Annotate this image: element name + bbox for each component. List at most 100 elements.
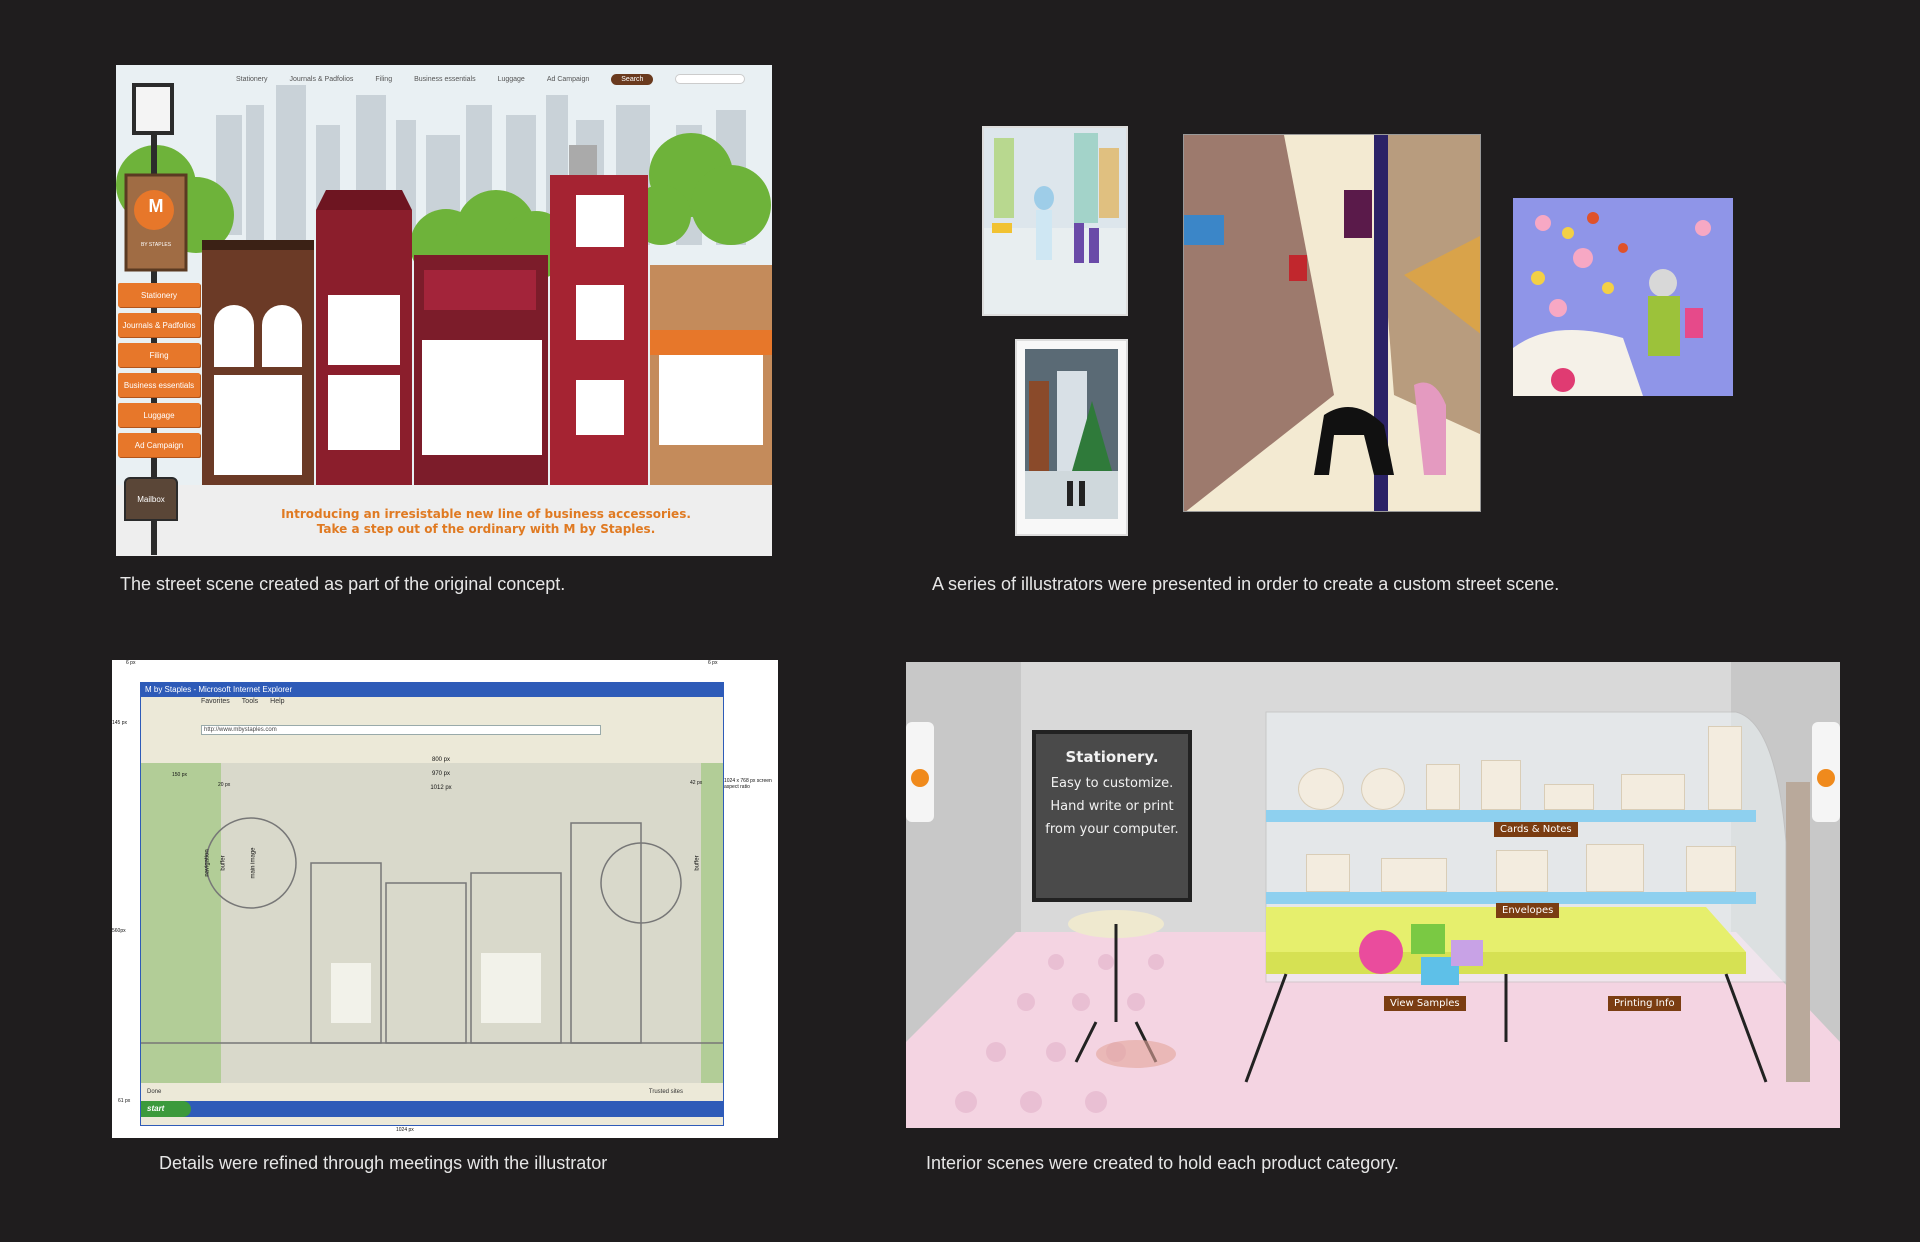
caption-interior: Interior scenes were created to hold eac… (926, 1153, 1399, 1173)
store-window[interactable] (576, 285, 624, 340)
status-trusted: Trusted sites (648, 1089, 683, 1095)
address-bar[interactable]: http://www.mbystaples.com (201, 725, 601, 735)
board-line-3: from your computer. (1045, 822, 1179, 837)
sidebar-business[interactable]: Business essentials (118, 373, 200, 397)
browser-title: M by Staples - Microsoft Internet Explor… (145, 685, 293, 694)
address-text: http://www.mbystaples.com (204, 727, 277, 733)
store-window[interactable] (576, 380, 624, 435)
sidebar-stationery[interactable]: Stationery (118, 283, 200, 307)
caption-street-scene: The street scene created as part of the … (120, 574, 566, 594)
store-window[interactable] (328, 295, 400, 365)
street-scene-illustration (116, 65, 772, 556)
start-label: start (147, 1104, 165, 1113)
search-input[interactable] (675, 74, 746, 84)
store-window[interactable] (576, 195, 624, 247)
store-window[interactable] (214, 375, 302, 475)
sketch-content (141, 763, 723, 1083)
dim-800-label: 800 px (431, 757, 450, 763)
flowers-shopper-illustration (1513, 198, 1733, 396)
nav-journals[interactable]: Journals & Padfolios (290, 76, 354, 83)
sidebar-filing[interactable]: Filing (118, 343, 200, 367)
dimension-970: 970 px (291, 771, 591, 777)
nav-stationery[interactable]: Stationery (236, 76, 268, 83)
menu-favorites[interactable]: Favorites (201, 698, 230, 705)
envelope-item[interactable] (1306, 854, 1350, 892)
status-done: Done (147, 1089, 162, 1095)
sidebar-luggage[interactable]: Luggage (118, 403, 200, 427)
card-item[interactable] (1481, 760, 1521, 810)
shelf-top (1266, 810, 1756, 822)
logo-subtitle: BY STAPLES (140, 242, 172, 248)
tagline-line-1: Introducing an irresistable new line of … (281, 507, 691, 521)
card-item[interactable] (1298, 768, 1344, 810)
browser-window: M by Staples - Microsoft Internet Explor… (140, 682, 724, 1126)
nav-luggage[interactable]: Luggage (498, 76, 525, 83)
logo-letter: M (148, 196, 164, 216)
dim-20: 20 px (218, 782, 231, 788)
card-item[interactable] (1708, 726, 1742, 810)
card-item[interactable] (1426, 764, 1460, 810)
browser-menu: Favorites Tools Help (201, 698, 285, 705)
store-window[interactable] (262, 305, 302, 367)
status-bar: Done Trusted sites (141, 1085, 723, 1099)
winter-city-illustration (1017, 341, 1126, 534)
zone-buffer-left: buffer (220, 855, 227, 871)
store-window[interactable] (659, 355, 763, 445)
sidebar-ad-campaign[interactable]: Ad Campaign (118, 433, 200, 457)
street-scene-panel: Stationery Journals & Padfolios Filing B… (116, 65, 772, 556)
taskbar: start (141, 1101, 723, 1117)
start-button[interactable]: start (141, 1101, 191, 1117)
illustration-sample-2 (1015, 339, 1128, 536)
illustration-sample-3 (1183, 134, 1481, 512)
sketch-layout-panel: M by Staples - Microsoft Internet Explor… (112, 660, 778, 1138)
menu-tools[interactable]: Tools (242, 698, 258, 705)
nav-ad-campaign[interactable]: Ad Campaign (547, 76, 589, 83)
nav-business[interactable]: Business essentials (414, 76, 475, 83)
street-sketch (141, 763, 723, 1083)
dimension-800: 800 px (291, 757, 591, 763)
printing-info-tag[interactable]: Printing Info (1608, 996, 1681, 1011)
nav-filing[interactable]: Filing (375, 76, 392, 83)
street-dogs-illustration (1184, 135, 1480, 511)
dim-150: 150 px (172, 772, 188, 778)
illustration-sample-4 (1513, 198, 1733, 396)
card-item[interactable] (1621, 774, 1685, 810)
dim-970-label: 970 px (431, 771, 450, 777)
category-chalkboard: Stationery. Easy to customize. Hand writ… (1032, 730, 1192, 902)
card-item[interactable] (1544, 784, 1594, 810)
mailbox-label: Mailbox (137, 494, 165, 504)
store-window[interactable] (328, 375, 400, 450)
search-button[interactable]: Search (611, 73, 654, 85)
store-window[interactable] (422, 340, 542, 455)
envelope-item[interactable] (1381, 858, 1447, 892)
sidebar-journals[interactable]: Journals & Padfolios (118, 313, 200, 337)
view-samples-tag[interactable]: View Samples (1384, 996, 1466, 1011)
cards-notes-tag[interactable]: Cards & Notes (1494, 822, 1578, 837)
envelopes-tag[interactable]: Envelopes (1496, 903, 1560, 918)
dim-42: 42 px (690, 780, 703, 786)
dim-6-left: 6 px (126, 660, 136, 666)
interior-scene-panel: Stationery. Easy to customize. Hand writ… (906, 662, 1840, 1128)
illustration-sample-1 (982, 126, 1128, 316)
street-top-nav: Stationery Journals & Padfolios Filing B… (236, 71, 766, 87)
caption-illustrators: A series of illustrators were presented … (932, 574, 1560, 594)
dim-1012-label: 1012 px (430, 785, 452, 791)
store-window[interactable] (214, 305, 254, 367)
dim-1024: 1024 px (396, 1127, 414, 1133)
dim-145: 145 px (112, 720, 128, 726)
envelope-item[interactable] (1496, 850, 1548, 892)
dim-560: 560px (112, 928, 126, 934)
zone-main-image: main image (250, 847, 257, 879)
board-line-1: Easy to customize. (1050, 776, 1174, 791)
envelope-item[interactable] (1586, 844, 1644, 892)
caption-sketch: Details were refined through meetings wi… (159, 1153, 608, 1173)
tagline-line-2: Take a step out of the ordinary with M b… (316, 522, 656, 536)
board-title: Stationery. (1065, 748, 1159, 766)
dim-61: 61 px (118, 1098, 131, 1104)
mailbox-button[interactable]: Mailbox (124, 477, 178, 521)
zone-navigation: navigation (204, 849, 211, 877)
envelope-item[interactable] (1686, 846, 1736, 892)
zone-buffer-right: buffer (694, 855, 701, 871)
card-item[interactable] (1361, 768, 1405, 810)
menu-help[interactable]: Help (270, 698, 284, 705)
